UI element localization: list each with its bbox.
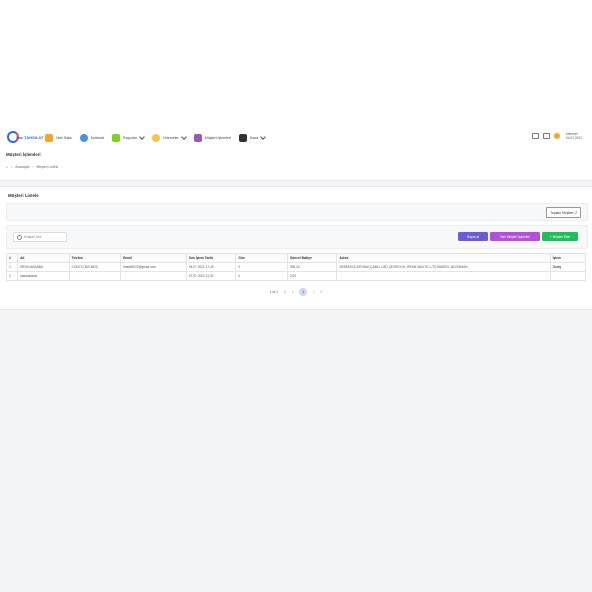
next-page-button[interactable]: › — [313, 290, 314, 294]
nav-item-odemeler[interactable]: Odemeler — [151, 134, 187, 142]
col-header-action[interactable]: İşlem — [549, 253, 587, 263]
search-placeholder: Müşteri Ara — [24, 235, 42, 239]
nav-item-kasa[interactable]: Kasa — [238, 134, 266, 142]
new-customer-operation-button[interactable]: Yeni Müşteri İşlemleri — [490, 232, 540, 241]
pagination-info: 1 of 1 — [269, 290, 279, 294]
customers-icon — [193, 134, 202, 142]
first-page-button[interactable]: « — [284, 290, 286, 294]
cell-name: yasadsdsds — [17, 271, 70, 281]
nav-item-raporlar[interactable]: Raporlar — [112, 134, 145, 142]
cell-index: 2 — [5, 271, 19, 281]
cell-days: 0 — [235, 262, 288, 272]
users-icon — [79, 134, 88, 142]
user-avatar-icon[interactable] — [554, 133, 561, 139]
filter-bar: Toplam Müşteri: 2 — [6, 203, 588, 221]
calculator-icon[interactable] — [543, 133, 551, 139]
detail-button[interactable]: Detay — [549, 262, 587, 272]
cell-last-transaction: 07.07.2021 21:32 — [185, 271, 237, 281]
nav-label: Hizli Satis — [56, 136, 72, 140]
top-blank-area — [0, 0, 592, 128]
pagination: 1 of 1 « ‹ 1 › » — [0, 288, 592, 296]
app-logo[interactable]: Sac TAHSILAT — [7, 131, 43, 145]
add-customer-button[interactable]: + Müşteri Ekle — [542, 232, 578, 241]
col-header-balance[interactable]: Güncel Bakiye — [286, 253, 338, 263]
breadcrumb-separator-icon: › — [11, 165, 13, 169]
table-row[interactable]: 2 yasadsdsds 07.07.2021 21:32 0 0,00 — [5, 271, 587, 281]
col-header-name[interactable]: Ad — [17, 253, 70, 263]
col-header-days[interactable]: Gün — [235, 253, 288, 263]
cell-address — [336, 271, 551, 281]
header-actions: Mehmet 04.07.2021 — [532, 132, 582, 140]
col-header-last-transaction[interactable]: Son İşlem Tarihi — [185, 253, 237, 263]
prev-page-button[interactable]: ‹ — [292, 290, 293, 294]
cell-phone: 0 (5471) 960 6623 — [68, 262, 122, 272]
customer-table: # Ad Telefon Email Son İşlem Tarihi Gün … — [5, 253, 587, 281]
nav-label: Raporlar — [123, 136, 137, 140]
table-row[interactable]: 1 İRFAN AKBABA 0 (5471) 960 6623 irfan66… — [5, 262, 587, 272]
total-customers-button[interactable]: Toplam Müşteri: 2 — [546, 207, 581, 218]
cell-days: 0 — [235, 271, 288, 281]
cell-email: irfan66570@gmail.com — [120, 262, 187, 272]
report-button[interactable]: Rapor al — [458, 232, 488, 241]
nav-label: Kasa — [249, 136, 259, 140]
cell-last-transaction: 04.07.2021 17:49 — [185, 262, 237, 272]
page-button-current[interactable]: 1 — [299, 288, 308, 296]
page-header: Müşteri İşlemleri ⌂ › Anasayfa › Müşteri… — [0, 148, 592, 181]
payments-icon — [151, 134, 160, 142]
chevron-down-icon — [260, 134, 266, 140]
search-input[interactable]: Müşteri Ara — [13, 232, 67, 242]
logo-text: Sac TAHSILAT — [16, 135, 44, 140]
user-info[interactable]: Mehmet 04.07.2021 — [566, 132, 582, 140]
nav-item-kullanici[interactable]: Kullanici — [79, 134, 105, 142]
main-nav: Hizli Satis Kullanici Raporlar Odemeler … — [45, 134, 273, 142]
reports-icon — [112, 134, 121, 142]
breadcrumb-item-current: Müşteri Listesi — [36, 165, 59, 169]
nav-label: Odemeler — [162, 136, 179, 140]
customer-list-card: Müşteri Listele Toplam Müşteri: 2 Müşter… — [0, 186, 592, 310]
cart-icon — [45, 134, 53, 142]
cashbox-icon — [238, 134, 247, 142]
chevron-down-icon — [180, 134, 187, 140]
breadcrumb: ⌂ › Anasayfa › Müşteri Listesi — [6, 165, 61, 169]
cell-address: SEBEKECİLER MAH.ÇAMLI CAD.ÇEVREYOL İRFAN… — [336, 262, 551, 272]
last-page-button[interactable]: » — [320, 290, 322, 294]
page-title: Müşteri İşlemleri — [6, 152, 41, 157]
cell-name: İRFAN AKBABA — [17, 262, 70, 272]
chevron-down-icon — [139, 134, 145, 140]
breadcrumb-separator-icon: › — [32, 165, 34, 169]
detail-button[interactable] — [549, 271, 587, 281]
nav-label: Kullanici — [90, 136, 105, 140]
user-date: 04.07.2021 — [566, 136, 582, 140]
table-header-row: # Ad Telefon Email Son İşlem Tarihi Gün … — [5, 253, 587, 263]
table-toolbar: Müşteri Ara Rapor al Yeni Müşteri İşleml… — [6, 225, 588, 249]
search-icon — [17, 234, 22, 240]
nav-label: Müşteri İşlemleri — [204, 136, 231, 140]
cell-index: 1 — [5, 262, 19, 272]
home-icon[interactable]: ⌂ — [6, 165, 8, 169]
col-header-index[interactable]: # — [5, 253, 19, 263]
cell-balance: 0,00 — [286, 271, 338, 281]
cell-balance: 396,43 — [286, 262, 338, 272]
chart-icon[interactable] — [532, 133, 540, 139]
cell-email — [120, 271, 187, 281]
cell-phone — [68, 271, 122, 281]
nav-item-hizli-satis[interactable]: Hizli Satis — [45, 134, 72, 142]
col-header-phone[interactable]: Telefon — [68, 253, 122, 263]
top-navbar: Sac TAHSILAT Hizli Satis Kullanici Rapor… — [0, 128, 592, 149]
card-title: Müşteri Listele — [8, 193, 39, 198]
col-header-email[interactable]: Email — [120, 253, 187, 263]
breadcrumb-item-anasayfa[interactable]: Anasayfa — [15, 165, 29, 169]
col-header-address[interactable]: Adres — [336, 253, 551, 263]
nav-item-musteri-islemleri[interactable]: Müşteri İşlemleri — [193, 134, 231, 142]
